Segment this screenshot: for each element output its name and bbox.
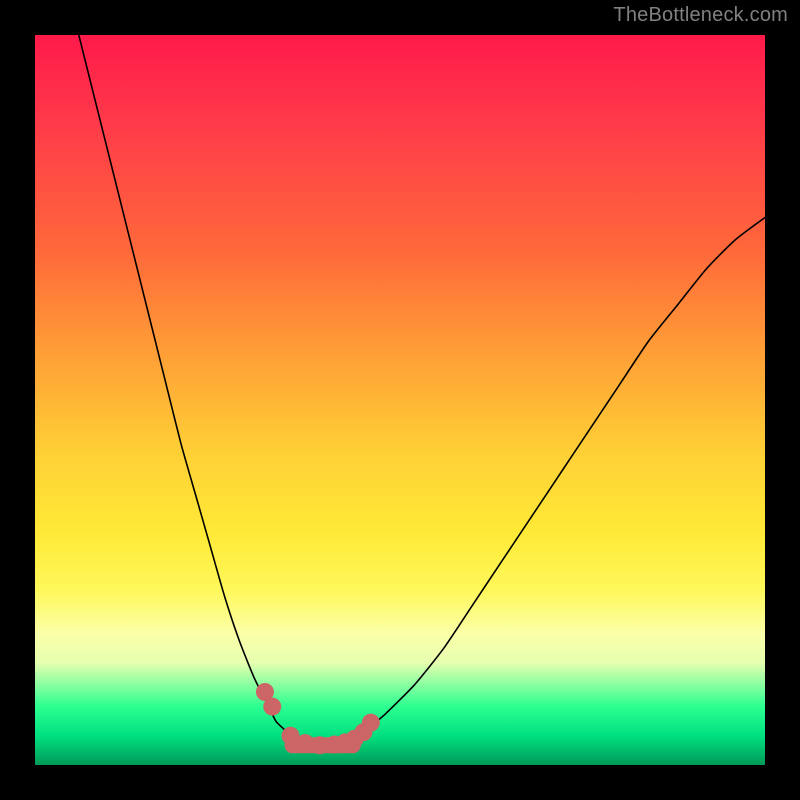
chart-stage: TheBottleneck.com <box>0 0 800 800</box>
plot-area <box>35 35 765 765</box>
valley-marker <box>362 714 380 732</box>
watermark-text: TheBottleneck.com <box>613 4 788 27</box>
valley-marker <box>263 698 281 716</box>
bottleneck-curve <box>79 35 765 745</box>
curve-overlay <box>35 35 765 765</box>
